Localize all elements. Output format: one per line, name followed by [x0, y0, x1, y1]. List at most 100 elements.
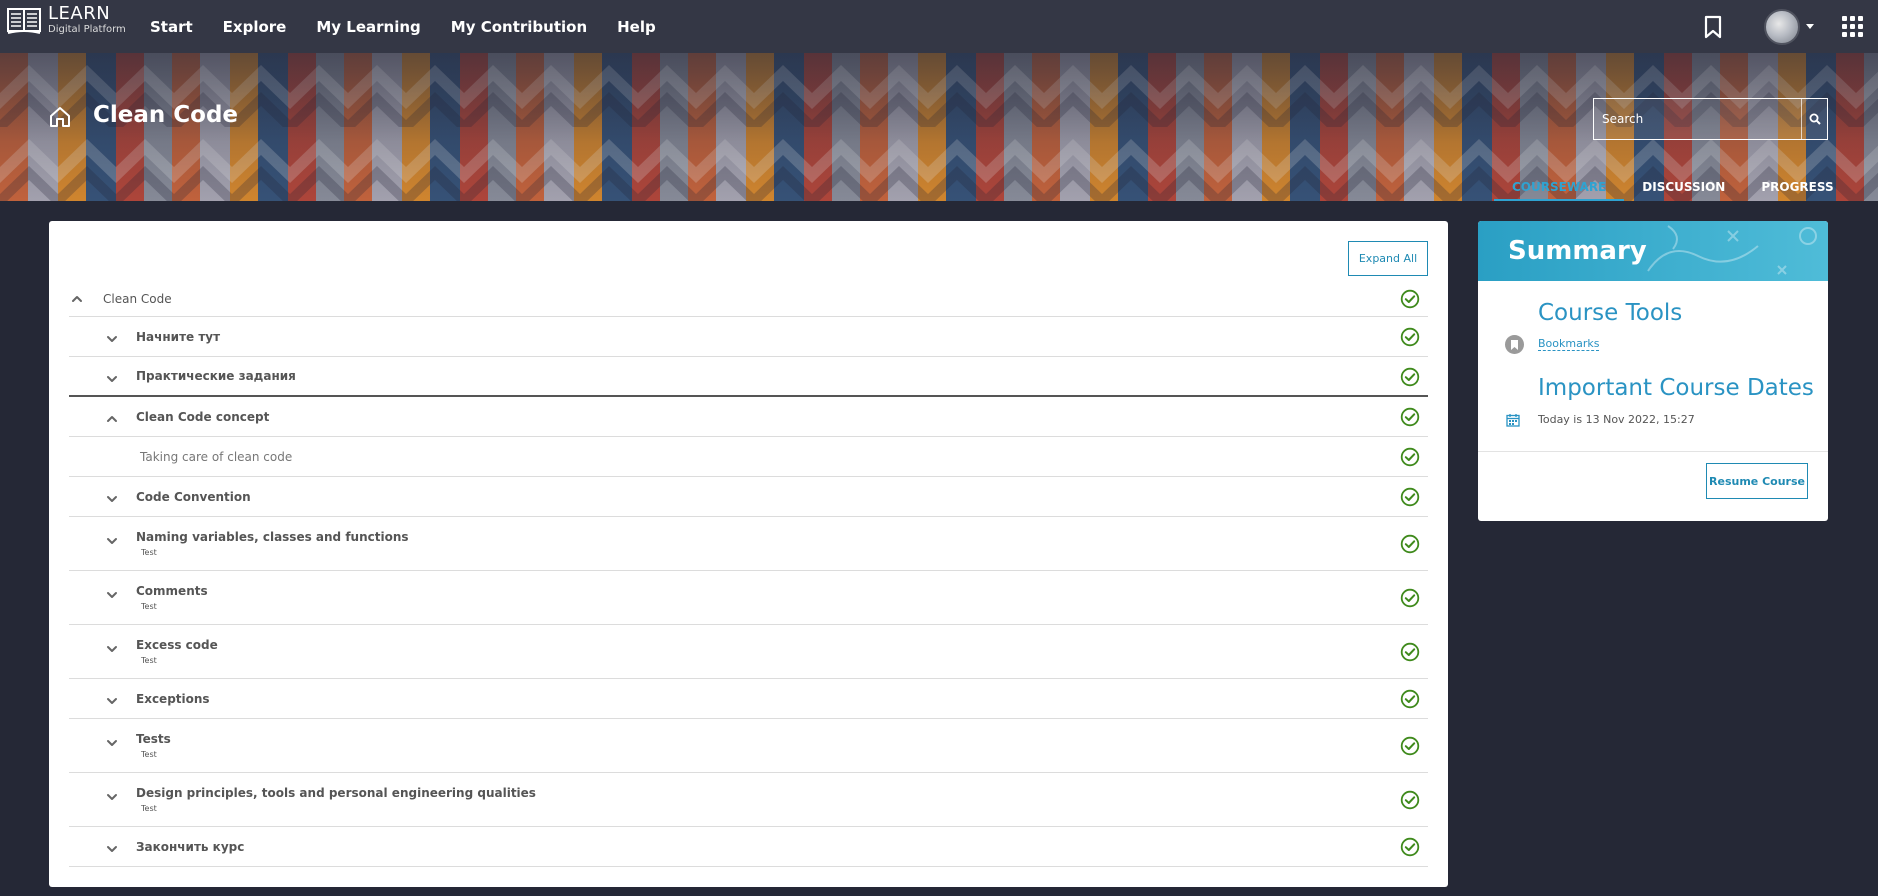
outline-row-text: Закончить курс [136, 840, 244, 854]
outline-unit-row[interactable]: Taking care of clean code [69, 437, 1428, 477]
summary-divider [1478, 451, 1828, 452]
main-nav: Start Explore My Learning My Contributio… [150, 0, 686, 53]
bookmark-icon [1505, 335, 1524, 354]
section-title: Tests [136, 732, 171, 746]
summary-card: Summary Course Tools Bookmarks Important… [1478, 221, 1828, 521]
unit-title: Taking care of clean code [140, 449, 293, 464]
course-outline-card: Expand All Clean Code Начните тут Практиче… [49, 221, 1448, 887]
brand-subtitle: Digital Platform [48, 24, 126, 35]
important-dates-heading: Important Course Dates [1538, 375, 1814, 401]
outline-section-row[interactable]: Naming variables, classes and functions T… [69, 517, 1428, 571]
brand-title: LEARN [48, 3, 111, 24]
chevron-down-icon[interactable] [106, 535, 118, 547]
tab-discussion[interactable]: DISCUSSION [1624, 177, 1743, 201]
summary-title: Summary [1508, 236, 1647, 266]
outline-section-row[interactable]: Практические задания [69, 357, 1428, 397]
course-title: Clean Code [93, 102, 239, 128]
check-circle-icon [1400, 790, 1420, 810]
user-menu-caret-icon[interactable] [1806, 24, 1814, 29]
outline-row-text: Design principles, tools and personal en… [136, 786, 536, 813]
tab-progress[interactable]: PROGRESS [1743, 177, 1851, 201]
bookmark-icon[interactable] [1702, 15, 1724, 39]
nav-start[interactable]: Start [150, 18, 193, 36]
search-button[interactable] [1801, 99, 1827, 139]
section-title: Code Convention [136, 489, 251, 504]
check-circle-icon [1400, 447, 1420, 467]
check-circle-icon [1400, 837, 1420, 857]
outline-row-text: Exceptions [136, 692, 210, 706]
chevron-down-icon[interactable] [106, 589, 118, 601]
nav-my-contribution[interactable]: My Contribution [451, 18, 587, 36]
section-title: Закончить курс [136, 839, 245, 854]
outline-section-row[interactable]: Clean Code concept [69, 397, 1428, 437]
outline-row-text: Taking care of clean code [140, 450, 292, 464]
outline-row-text: Clean Code concept [136, 410, 269, 424]
outline-section-row[interactable]: Code Convention [69, 477, 1428, 517]
chevron-down-icon[interactable] [106, 843, 118, 855]
outline-row-text: Tests Test [136, 732, 171, 759]
outline-root-title: Clean Code [103, 291, 172, 306]
open-book-icon [7, 8, 41, 34]
outline-section-row[interactable]: Закончить курс [69, 827, 1428, 867]
section-subtitle: Test [141, 548, 157, 557]
check-circle-icon [1400, 487, 1420, 507]
section-title: Практические задания [136, 369, 296, 383]
outline-root-row[interactable]: Clean Code [69, 281, 1428, 317]
section-subtitle: Test [141, 750, 157, 759]
outline-section-row[interactable]: Excess code Test [69, 625, 1428, 679]
top-navbar: LEARN Digital Platform Start Explore My … [0, 0, 1878, 53]
outline-row-text: Naming variables, classes and functions T… [136, 530, 409, 557]
nav-actions [1702, 0, 1878, 53]
today-date-text: Today is 13 Nov 2022, 15:27 [1538, 413, 1695, 426]
outline-section-row[interactable]: Tests Test [69, 719, 1428, 773]
summary-header: Summary [1478, 221, 1828, 281]
outline-section-row[interactable]: Design principles, tools and personal en… [69, 773, 1428, 827]
check-circle-icon [1400, 588, 1420, 608]
check-circle-icon [1400, 642, 1420, 662]
expand-all-button[interactable]: Expand All [1348, 241, 1428, 276]
chevron-down-icon[interactable] [106, 373, 118, 385]
nav-my-learning[interactable]: My Learning [316, 18, 420, 36]
brand-logo[interactable]: LEARN Digital Platform [7, 4, 126, 36]
course-banner: Clean Code COURSEWARE DISCUSSION PROGRES… [0, 53, 1878, 201]
chevron-down-icon[interactable] [106, 643, 118, 655]
outline-row-text: Comments Test [136, 584, 208, 611]
check-circle-icon [1400, 289, 1420, 309]
search-input[interactable] [1594, 99, 1801, 139]
outline-section-row[interactable]: Exceptions [69, 679, 1428, 719]
section-subtitle: Test [141, 602, 157, 611]
home-icon[interactable] [48, 105, 72, 129]
chevron-down-icon[interactable] [106, 737, 118, 749]
nav-explore[interactable]: Explore [223, 18, 287, 36]
section-title: Clean Code concept [136, 409, 270, 424]
bookmarks-link[interactable]: Bookmarks [1538, 337, 1600, 351]
chevron-down-icon[interactable] [106, 493, 118, 505]
chevron-up-icon[interactable] [71, 293, 83, 305]
user-avatar[interactable] [1764, 8, 1800, 45]
section-title: Exceptions [136, 691, 210, 706]
chevron-down-icon[interactable] [106, 333, 118, 345]
apps-grid-icon[interactable] [1842, 15, 1864, 38]
check-circle-icon [1400, 407, 1420, 427]
section-title: Naming variables, classes and functions [136, 530, 409, 544]
outline-row-text: Excess code Test [136, 638, 218, 665]
check-circle-icon [1400, 327, 1420, 347]
chevron-down-icon[interactable] [106, 791, 118, 803]
check-circle-icon [1400, 736, 1420, 756]
section-title: Начните тут [136, 329, 221, 344]
course-search [1593, 98, 1828, 140]
check-circle-icon [1400, 689, 1420, 709]
summary-decoration [1647, 225, 1817, 275]
check-circle-icon [1400, 367, 1420, 387]
tab-courseware[interactable]: COURSEWARE [1494, 177, 1625, 201]
nav-help[interactable]: Help [617, 18, 656, 36]
section-subtitle: Test [141, 656, 157, 665]
outline-section-row[interactable]: Comments Test [69, 571, 1428, 625]
section-title: Comments [136, 584, 208, 598]
outline-section-row[interactable]: Начните тут [69, 317, 1428, 357]
chevron-down-icon[interactable] [106, 695, 118, 707]
section-title: Excess code [136, 638, 218, 652]
section-subtitle: Test [141, 804, 157, 813]
resume-course-button[interactable]: Resume Course [1706, 463, 1808, 499]
chevron-up-icon[interactable] [106, 413, 118, 425]
